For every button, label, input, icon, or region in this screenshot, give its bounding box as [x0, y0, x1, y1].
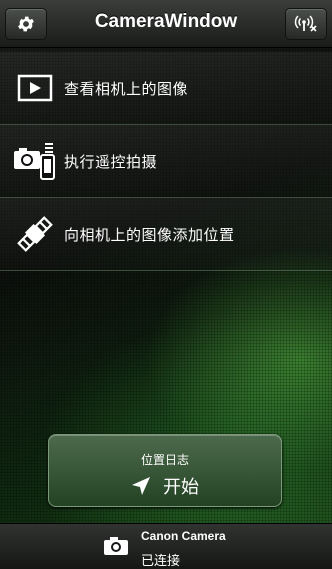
- location-log-start-button[interactable]: 位置日志 开始: [48, 434, 282, 507]
- menu-item-label: 查看相机上的图像: [64, 79, 189, 98]
- start-button-label: 开始: [163, 477, 199, 498]
- gear-icon: [18, 16, 34, 32]
- menu-item-label: 执行遥控拍摄: [64, 152, 158, 171]
- satellite-icon: [10, 214, 60, 254]
- page-title: CameraWindow: [94, 11, 238, 32]
- connection-status: 已连接: [141, 554, 181, 569]
- menu-item-add-location[interactable]: 向相机上的图像添加位置: [0, 198, 332, 271]
- menu-item-label: 向相机上的图像添加位置: [64, 225, 235, 244]
- app-header: CameraWindow: [0, 0, 332, 48]
- wireless-disconnect-icon: [294, 15, 317, 32]
- camera-status-bar: Canon Camera 已连接: [0, 523, 332, 569]
- location-arrow-icon: [132, 477, 150, 495]
- play-icon: [10, 68, 60, 108]
- settings-button[interactable]: [5, 8, 47, 40]
- menu-item-remote-shooting[interactable]: 执行遥控拍摄: [0, 125, 332, 198]
- camera-icon: [104, 537, 128, 555]
- menu-item-view-images[interactable]: 查看相机上的图像: [0, 52, 332, 125]
- remote-camera-icon: [10, 141, 60, 181]
- camera-name: Canon Camera: [141, 529, 226, 543]
- wireless-button[interactable]: [285, 8, 327, 40]
- start-button-caption: 位置日志: [140, 453, 189, 467]
